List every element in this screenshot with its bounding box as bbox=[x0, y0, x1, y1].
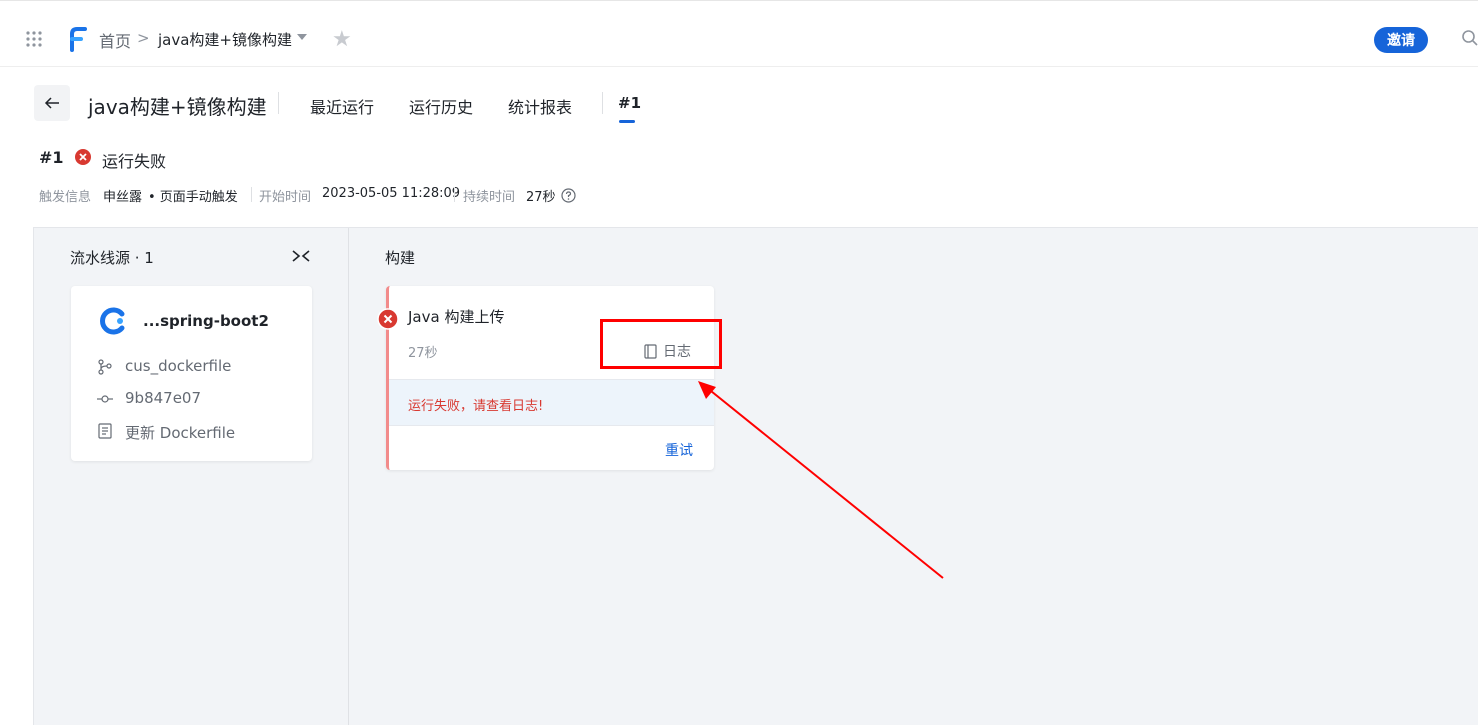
trigger-user: 申丝露 bbox=[103, 190, 143, 205]
annotation-arrow bbox=[698, 381, 944, 579]
breadcrumb-separator: > bbox=[137, 29, 150, 47]
job-duration: 27秒 bbox=[408, 346, 438, 361]
duration-label: 持续时间 bbox=[463, 190, 516, 205]
divider bbox=[251, 187, 252, 202]
invite-button[interactable]: 邀请 bbox=[1374, 27, 1428, 53]
breadcrumb-current-project[interactable]: java构建+镜像构建 bbox=[158, 29, 292, 50]
tab-recent-runs[interactable]: 最近运行 bbox=[310, 94, 374, 118]
help-icon[interactable] bbox=[561, 188, 576, 203]
arrow-left-icon bbox=[44, 97, 59, 109]
divider bbox=[278, 92, 279, 114]
commit-message: 更新 Dockerfile bbox=[125, 424, 236, 442]
active-tab-indicator bbox=[619, 120, 635, 123]
app-grid-icon[interactable] bbox=[25, 30, 43, 48]
trigger-label: 触发信息 bbox=[39, 190, 92, 205]
breadcrumb-home[interactable]: 首页 bbox=[99, 28, 131, 52]
collapse-icon[interactable] bbox=[291, 248, 311, 264]
repo-name: ...spring-boot2 bbox=[143, 312, 269, 330]
job-failed-icon bbox=[377, 308, 399, 330]
trigger-mode: • 页面手动触发 bbox=[148, 190, 238, 205]
annotation-highlight-box bbox=[600, 319, 722, 369]
back-button[interactable] bbox=[34, 85, 70, 121]
run-number: #1 bbox=[39, 148, 64, 167]
source-column-title: 流水线源 · 1 bbox=[70, 249, 154, 267]
divider bbox=[454, 187, 455, 202]
app-logo-icon[interactable] bbox=[66, 26, 88, 52]
tab-run-1[interactable]: #1 bbox=[618, 94, 641, 112]
document-icon bbox=[98, 423, 112, 439]
commit-hash: 9b847e07 bbox=[125, 389, 202, 407]
code-repo-logo-icon bbox=[100, 307, 125, 335]
branch-name: cus_dockerfile bbox=[125, 357, 232, 375]
branch-icon bbox=[98, 359, 112, 375]
star-icon[interactable]: ★ bbox=[332, 27, 352, 52]
search-icon[interactable] bbox=[1461, 29, 1478, 47]
error-icon bbox=[75, 149, 91, 165]
page-title: java构建+镜像构建 bbox=[88, 95, 267, 119]
duration: 27秒 bbox=[526, 190, 556, 205]
divider bbox=[602, 92, 603, 114]
job-error-message: 运行失败，请查看日志! bbox=[408, 399, 544, 414]
start-time-label: 开始时间 bbox=[259, 190, 312, 205]
retry-button[interactable]: 重试 bbox=[665, 440, 693, 460]
start-time: 2023-05-05 11:28:09 bbox=[322, 186, 461, 201]
tab-statistics[interactable]: 统计报表 bbox=[508, 94, 572, 118]
run-status: 运行失败 bbox=[102, 152, 167, 171]
top-bar: 首页 > java构建+镜像构建 ★ 邀请 bbox=[0, 0, 1478, 67]
commit-icon bbox=[97, 395, 113, 403]
job-name: Java 构建上传 bbox=[408, 308, 505, 326]
stage-title: 构建 bbox=[385, 249, 416, 267]
chevron-down-icon[interactable] bbox=[297, 34, 307, 40]
stage-divider bbox=[348, 228, 349, 725]
tab-run-history[interactable]: 运行历史 bbox=[409, 94, 473, 118]
